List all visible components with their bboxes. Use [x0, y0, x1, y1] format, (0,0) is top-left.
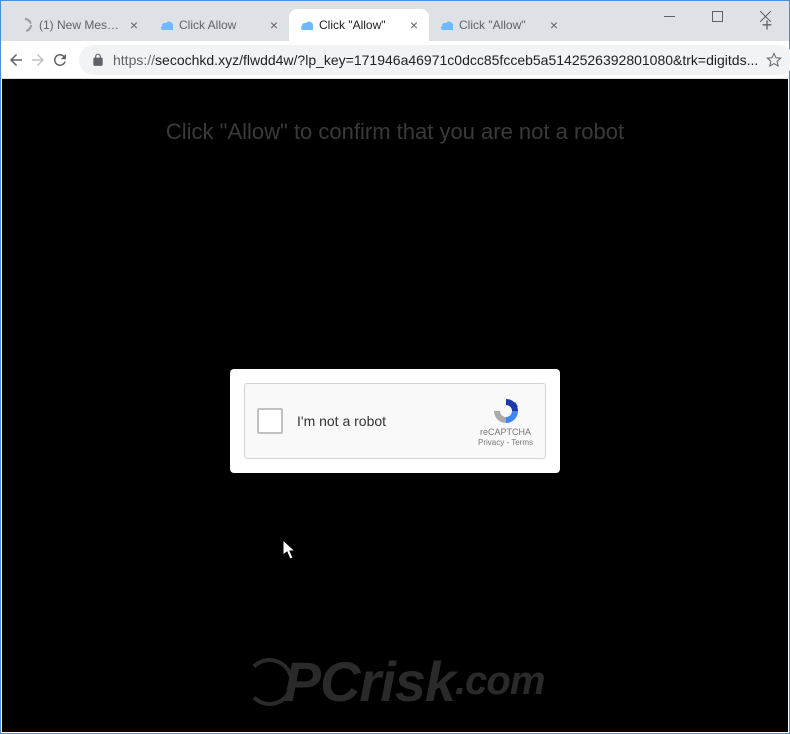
tab-title: Click "Allow"	[459, 18, 541, 32]
watermark-text: PCrisk	[284, 649, 455, 714]
captcha-brand: reCAPTCHA Privacy - Terms	[478, 396, 533, 447]
cloud-icon	[157, 17, 173, 33]
reload-button[interactable]	[51, 45, 69, 75]
tab-close-icon[interactable]: ×	[267, 18, 281, 32]
cloud-icon	[297, 17, 313, 33]
captcha-brand-text: reCAPTCHA	[480, 427, 531, 437]
address-bar[interactable]: https://secochkd.xyz/flwdd4w/?lp_key=171…	[79, 45, 790, 75]
url-text: https://secochkd.xyz/flwdd4w/?lp_key=171…	[113, 52, 758, 68]
captcha-links[interactable]: Privacy - Terms	[478, 438, 533, 447]
maximize-button[interactable]	[697, 2, 737, 30]
watermark-icon	[246, 658, 294, 706]
tab-title: Click "Allow"	[319, 18, 401, 32]
spinner-icon	[17, 17, 33, 33]
page-content: Click "Allow" to confirm that you are no…	[2, 79, 788, 732]
lock-icon	[91, 53, 105, 67]
captcha-checkbox[interactable]	[257, 408, 283, 434]
titlebar: (1) New Message!×Click Allow×Click "Allo…	[1, 1, 789, 41]
watermark: PCrisk.com	[246, 649, 545, 714]
toolbar: https://secochkd.xyz/flwdd4w/?lp_key=171…	[1, 41, 789, 79]
browser-tab[interactable]: Click Allow ×	[149, 9, 289, 41]
tab-strip: (1) New Message!×Click Allow×Click "Allo…	[9, 1, 749, 41]
window-controls	[649, 1, 785, 31]
browser-tab[interactable]: Click "Allow" ×	[289, 9, 429, 41]
forward-button[interactable]	[29, 45, 47, 75]
tab-close-icon[interactable]: ×	[407, 18, 421, 32]
cloud-icon	[437, 17, 453, 33]
bookmark-star-icon[interactable]	[766, 52, 782, 68]
captcha-widget: I'm not a robot reCAPTCHA Privacy - Term…	[244, 383, 546, 459]
recaptcha-icon	[491, 396, 521, 426]
cursor-icon	[282, 539, 298, 561]
close-window-button[interactable]	[745, 2, 785, 30]
back-button[interactable]	[7, 45, 25, 75]
browser-tab[interactable]: (1) New Message! ×	[9, 9, 149, 41]
tab-close-icon[interactable]: ×	[547, 18, 561, 32]
tab-close-icon[interactable]: ×	[127, 18, 141, 32]
tab-title: (1) New Message!	[39, 18, 121, 32]
minimize-button[interactable]	[649, 2, 689, 30]
browser-tab[interactable]: Click "Allow" ×	[429, 9, 569, 41]
page-heading: Click "Allow" to confirm that you are no…	[2, 119, 788, 145]
captcha-label: I'm not a robot	[297, 413, 478, 429]
watermark-domain: .com	[455, 659, 544, 704]
captcha-card: I'm not a robot reCAPTCHA Privacy - Term…	[230, 369, 560, 473]
tab-title: Click Allow	[179, 18, 261, 32]
